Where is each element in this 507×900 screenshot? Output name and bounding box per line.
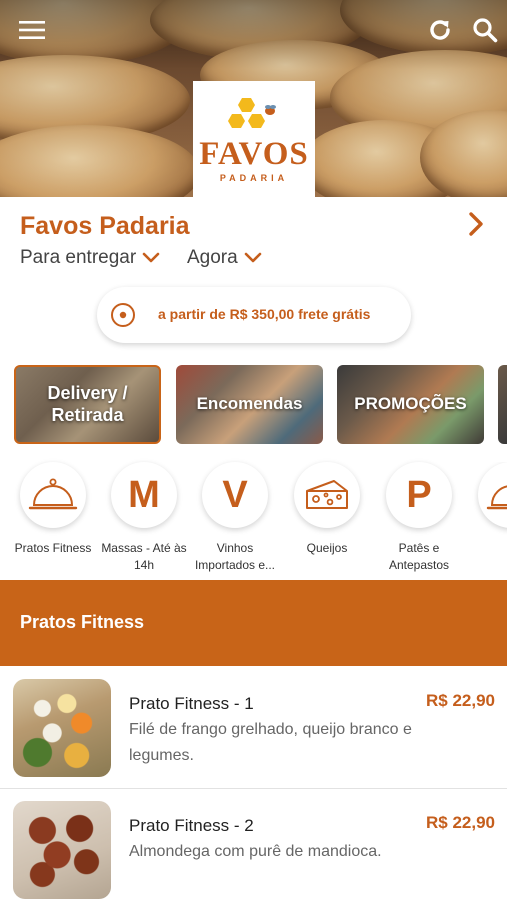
category-queijos[interactable]: Queijos [282,462,372,557]
banner-label: Encomendas [196,394,303,414]
section-title: Pratos Fitness [20,612,145,632]
store-hero: FAVOS PADARIA [0,0,507,197]
category-label: Pratos Fitness [14,541,92,555]
search-icon [473,18,498,43]
category-label: Massas - Até às 14h [101,541,187,573]
chevron-right-icon [469,212,483,236]
category-label: Vinhos Importados e... [194,541,276,573]
category-partial-clip: P [466,462,507,572]
category-partial[interactable]: P [466,462,507,557]
free-shipping-banner: a partir de R$ 350,00 frete grátis [97,287,411,343]
chevron-down-icon [244,252,262,263]
banner-delivery-retirada[interactable]: Delivery / Retirada [14,365,161,444]
category-letter: V [202,462,268,528]
section-header: Pratos Fitness [0,580,507,666]
store-logo: FAVOS PADARIA [193,81,315,197]
category-label: Patês e Antepastos [388,541,450,573]
category-pates[interactable]: P Patês e Antepastos [374,462,464,575]
product-item[interactable]: Prato Fitness - 1 R$ 22,90 Filé de frang… [0,667,507,789]
target-icon [111,303,135,327]
product-name: Prato Fitness - 1 [129,694,254,713]
category-letter: P [386,462,452,528]
menu-button[interactable] [14,12,50,48]
category-circle [478,462,507,528]
banner-label: PROMOÇÕES [354,394,467,414]
delivery-mode-label: Para entregar [20,247,137,268]
product-description: Filé de frango grelhado, queijo branco e… [129,721,412,764]
category-letter: M [111,462,177,528]
category-pratos-fitness[interactable]: Pratos Fitness [8,462,98,557]
product-description: Almondega com purê de mandioca. [129,843,382,860]
banner-partial[interactable] [498,365,507,444]
honeycomb-bee-logo [228,98,276,128]
cheese-icon [306,480,348,509]
store-details-button[interactable] [462,208,490,240]
schedule-dropdown[interactable]: Agora [187,247,262,269]
product-image [13,679,111,777]
category-vinhos[interactable]: V Vinhos Importados e... [190,462,280,575]
product-image [13,801,111,899]
chevron-down-icon [142,252,160,263]
free-shipping-text: a partir de R$ 350,00 frete grátis [158,306,371,322]
schedule-label: Agora [187,247,238,268]
cloche-icon [486,485,507,510]
category-circle [20,462,86,528]
banner-label: Delivery / Retirada [47,382,128,425]
cloche-icon [28,478,78,510]
store-name[interactable]: Favos Padaria [20,212,190,241]
logo-wordmark: FAVOS [199,136,309,172]
refresh-icon [430,20,450,40]
product-item[interactable]: Prato Fitness - 2 R$ 22,90 Almondega com… [0,789,507,900]
banner-encomendas[interactable]: Encomendas [176,365,323,444]
category-massas[interactable]: M Massas - Até às 14h [99,462,189,575]
product-price: R$ 22,90 [426,813,495,832]
category-circle [294,462,360,528]
logo-subtitle: PADARIA [219,173,289,183]
refresh-button[interactable] [422,12,458,48]
banner-promocoes[interactable]: PROMOÇÕES [337,365,484,444]
search-button[interactable] [467,12,503,48]
category-label: Queijos [306,541,348,555]
product-price: R$ 22,90 [426,691,495,710]
category-label: P [466,540,507,557]
product-name: Prato Fitness - 2 [129,816,254,835]
delivery-mode-dropdown[interactable]: Para entregar [20,247,160,269]
hamburger-menu-icon [19,21,45,39]
